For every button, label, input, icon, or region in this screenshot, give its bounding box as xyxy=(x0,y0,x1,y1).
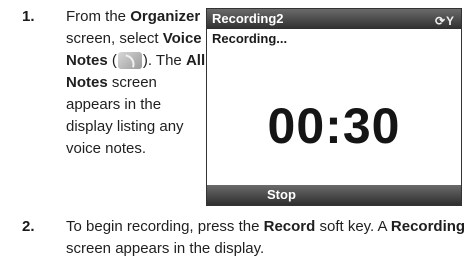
recording-status-label: Recording... xyxy=(212,31,288,46)
step-1-part-a: From the xyxy=(66,8,131,25)
screen-title-bar: Recording2 ⟳Y xyxy=(207,9,461,29)
recording-timer: 00:30 xyxy=(267,98,401,154)
screen-title: Recording2 xyxy=(212,11,284,26)
step-2-text: To begin recording, press the Record sof… xyxy=(66,216,466,260)
recording-term: Recording xyxy=(390,218,466,235)
step-2-part-e: screen appears in the display. xyxy=(66,240,265,257)
step-2-number: 2. xyxy=(22,218,35,235)
step-1-text: From the Organizer screen, select Voice … xyxy=(66,6,206,160)
step-1-number: 1. xyxy=(22,8,35,25)
signal-status-icon: ⟳Y xyxy=(434,14,455,28)
step-1-part-c: screen, select xyxy=(66,30,163,47)
step-2-part-a: To begin recording, press the xyxy=(66,218,264,235)
step-1-part-e: ( xyxy=(107,52,117,69)
soft-key-bar: Stop xyxy=(207,185,461,205)
voice-notes-icon xyxy=(117,52,142,69)
step-1-part-f: ). The xyxy=(142,52,186,69)
stop-softkey[interactable]: Stop xyxy=(267,185,296,205)
recording-screen-figure: Recording2 ⟳Y Recording... 00:30 Stop xyxy=(206,8,462,206)
organizer-term: Organizer xyxy=(130,8,201,25)
record-term: Record xyxy=(263,218,316,235)
step-2-part-c: soft key. A xyxy=(315,218,391,235)
